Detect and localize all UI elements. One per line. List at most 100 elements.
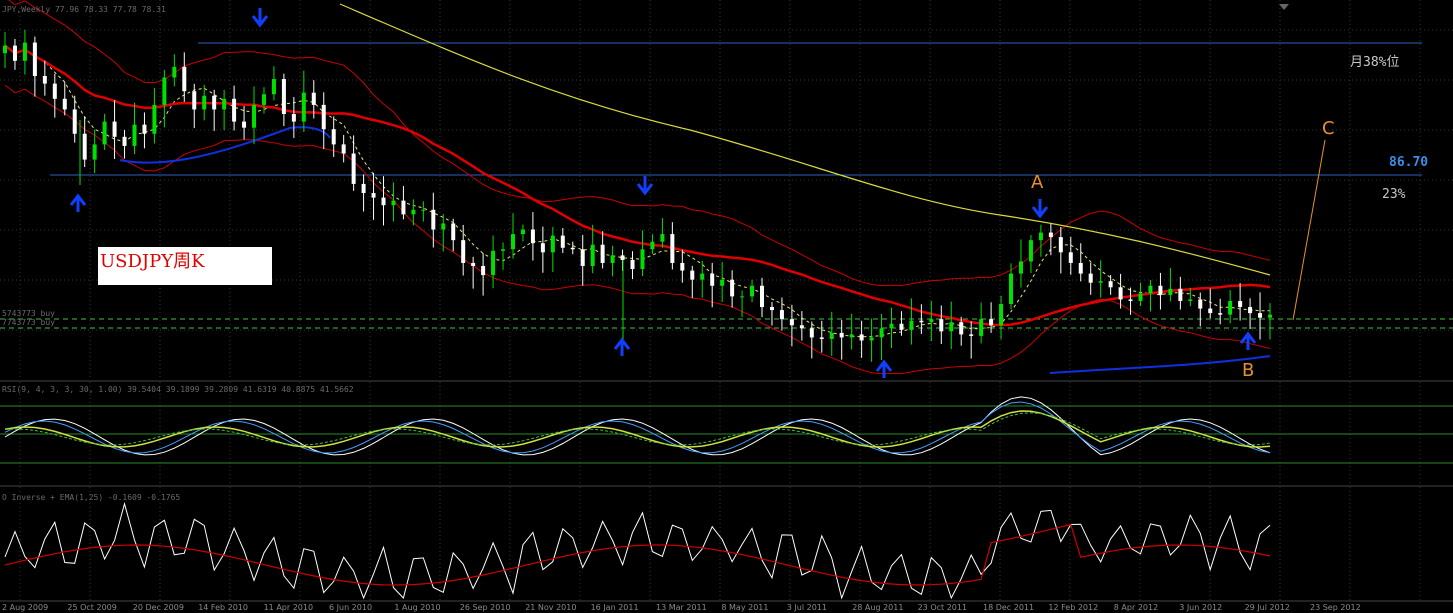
candle-body (1088, 273, 1093, 283)
candle-body (660, 234, 665, 242)
candle (62, 82, 67, 116)
candle-body (351, 153, 356, 184)
candle (829, 311, 834, 356)
level-label-1: 5743773 buy (2, 309, 55, 318)
candle (909, 298, 914, 345)
candle-body (560, 235, 565, 248)
candle (152, 88, 157, 144)
candle-body (999, 304, 1004, 326)
candle (132, 102, 137, 154)
candle (1118, 273, 1123, 309)
candle (122, 130, 127, 159)
annotation-c: C (1322, 118, 1335, 139)
x-tick-label: 1 Aug 2010 (394, 603, 440, 612)
candle-body (849, 334, 854, 338)
x-tick-label: 25 Oct 2009 (67, 603, 116, 612)
candle-body (829, 332, 834, 339)
candle-body (192, 91, 197, 110)
candle-body (1178, 288, 1183, 301)
candle-body (1188, 299, 1193, 301)
candle (1268, 303, 1272, 340)
level-23-label: 23% (1382, 187, 1406, 202)
candle (510, 213, 515, 259)
candle-body (720, 279, 725, 286)
candle (600, 231, 605, 269)
candle (949, 301, 954, 350)
candle-body (590, 244, 595, 266)
candle (32, 36, 37, 97)
candle-body (670, 234, 675, 263)
candle-body (939, 319, 944, 332)
candle (969, 321, 974, 359)
chart-canvas: 2 Aug 2009 25 Oct 2009 20 Dec 2009 14 Feb 2… (0, 0, 1453, 612)
candle (481, 253, 486, 296)
candle (351, 135, 356, 191)
candle (112, 99, 117, 160)
candle (451, 218, 456, 252)
candle-body (1128, 299, 1133, 301)
candle (650, 234, 655, 254)
candle (750, 279, 755, 303)
candle-body (600, 244, 605, 263)
candle-body (530, 229, 535, 244)
candle (271, 66, 276, 101)
candle (321, 92, 326, 150)
candle (1168, 267, 1173, 302)
x-tick-label: 13 Mar 2011 (656, 603, 707, 612)
x-tick-label: 20 Dec 2009 (133, 603, 184, 612)
candle-body (799, 325, 804, 329)
candle-body (1248, 307, 1253, 314)
candle-body (740, 296, 745, 298)
candle (22, 29, 27, 75)
candle-body (222, 98, 227, 110)
x-tick-label: 3 Jun 2012 (1179, 603, 1222, 612)
candle (501, 242, 506, 270)
candle-body (242, 121, 247, 128)
candle (670, 222, 675, 270)
candle (730, 270, 735, 308)
down-arrow-icon (1031, 199, 1049, 219)
candle-body (630, 259, 635, 270)
up-arrow-icon (613, 337, 631, 356)
x-tick-label: 12 Feb 2012 (1048, 603, 1098, 612)
candle (740, 290, 745, 318)
candle-body (271, 79, 276, 95)
candle-body (411, 209, 416, 215)
candle (261, 87, 266, 114)
candle (819, 320, 824, 353)
candle-body (1168, 288, 1173, 295)
candle-body (451, 223, 456, 241)
candle (182, 52, 187, 102)
x-tick-label: 8 May 2011 (721, 603, 768, 612)
candle (1178, 276, 1183, 310)
up-arrow-icon (69, 193, 87, 212)
candle (471, 256, 476, 289)
candle-body (441, 223, 446, 230)
candle-body (232, 98, 237, 122)
candle-body (3, 45, 7, 54)
candle-body (809, 328, 814, 338)
candle (929, 300, 934, 342)
candle-body (491, 250, 496, 276)
chart-title-box: USDJPY周K (98, 247, 272, 285)
candle (301, 70, 306, 133)
candle (291, 97, 296, 138)
candle-body (879, 328, 884, 338)
candle (760, 277, 765, 318)
candle-body (760, 285, 765, 308)
candle-body (22, 42, 27, 61)
candle-body (1028, 240, 1033, 262)
candle-body (1158, 285, 1163, 295)
candle-body (431, 209, 436, 230)
candle (1158, 272, 1163, 310)
level-label-2: 7743773 buy (2, 318, 55, 327)
scroll-indicator-icon[interactable] (1279, 4, 1289, 10)
candle-body (1118, 287, 1123, 300)
candle (242, 106, 247, 140)
candle-body (909, 320, 914, 330)
candle-body (1258, 313, 1263, 318)
candle-body (401, 200, 406, 215)
rsi-signal-yellow (4, 410, 1271, 448)
candle-body (1098, 281, 1103, 283)
x-tick-label: 18 Dec 2011 (983, 603, 1034, 612)
